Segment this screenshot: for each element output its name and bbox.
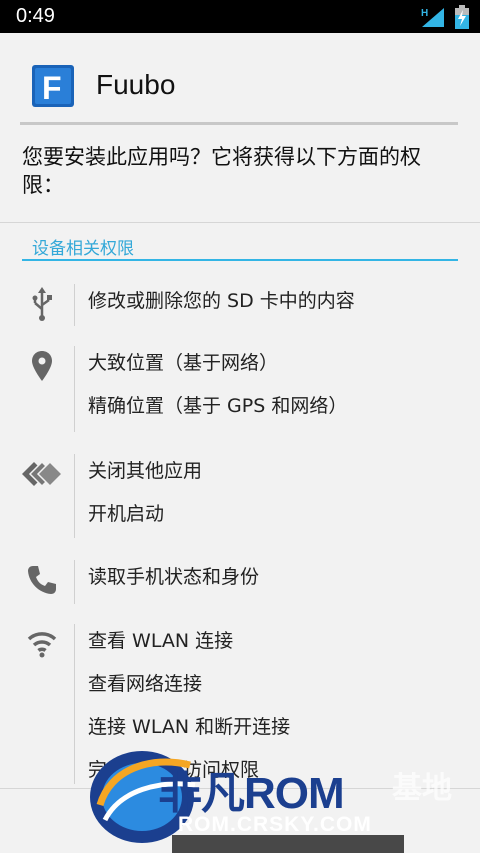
group-divider (74, 560, 75, 604)
app-name: Fuubo (96, 69, 176, 100)
group-divider (74, 624, 75, 784)
permission-item: 大致位置（基于网络） (88, 352, 279, 374)
permission-group-phone: 读取手机状态和身份 (0, 558, 480, 606)
permission-group-apps: 关闭其他应用 开机启动 (0, 452, 480, 540)
fuubo-app-icon: F (32, 65, 74, 107)
permission-item: 精确位置（基于 GPS 和网络） (88, 395, 348, 417)
usb-icon (22, 284, 62, 324)
permission-group-location: 大致位置（基于网络） 精确位置（基于 GPS 和网络） (0, 344, 480, 434)
group-divider (74, 454, 75, 538)
permission-item: 查看 WLAN 连接 (88, 630, 234, 652)
permission-group-storage: 修改或删除您的 SD 卡中的内容 (0, 280, 480, 328)
group-divider (74, 346, 75, 432)
status-bar: 0:49 H (0, 0, 480, 33)
section-title: 设备相关权限 (32, 239, 134, 259)
clock: 0:49 (16, 5, 55, 27)
permission-item: 读取手机状态和身份 (88, 566, 260, 588)
permission-item: 查看网络连接 (88, 673, 203, 695)
install-header: F Fuubo (0, 33, 480, 126)
permission-item: 关闭其他应用 (88, 460, 203, 482)
watermark-brand: 非凡ROM (158, 769, 345, 818)
site-watermark: 非凡ROM 基地 ROM.CRSKY.COM (80, 745, 480, 853)
app-icon-letter: F (42, 70, 62, 106)
watermark-suffix: 基地 (392, 772, 452, 805)
watermark-site: ROM.CRSKY.COM (178, 813, 372, 836)
prompt-divider (0, 222, 480, 223)
permission-item: 修改或删除您的 SD 卡中的内容 (88, 290, 355, 312)
section-divider (22, 259, 458, 261)
permission-item: 连接 WLAN 和断开连接 (88, 716, 291, 738)
install-prompt: 您要安装此应用吗？它将获得以下方面的权限： (22, 145, 421, 197)
network-type-label: H (421, 8, 428, 19)
group-divider (74, 284, 75, 326)
header-divider (20, 122, 458, 125)
apps-stack-icon (22, 454, 62, 494)
phone-icon (22, 560, 62, 600)
permission-item: 开机启动 (88, 503, 165, 525)
signal-icon: H (421, 8, 444, 27)
location-pin-icon (22, 346, 62, 386)
battery-icon (455, 5, 469, 29)
wifi-icon (22, 624, 62, 664)
